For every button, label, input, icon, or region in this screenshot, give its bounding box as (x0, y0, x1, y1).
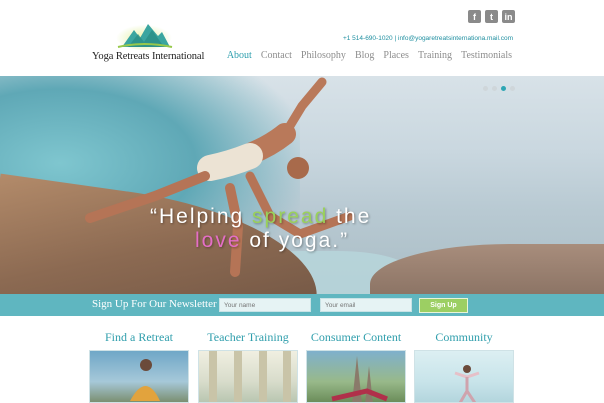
phone-number: +1 514-690-1020 (342, 35, 393, 42)
social-links: f t in (468, 10, 515, 23)
nav-item-blog[interactable]: Blog (355, 50, 374, 61)
facebook-icon[interactable]: f (468, 10, 481, 23)
quote-part-2: the (328, 205, 372, 228)
card-title[interactable]: Find a Retreat (89, 330, 189, 345)
slider-dot-3[interactable] (501, 86, 506, 91)
quote-word-spread: spread (252, 205, 329, 228)
columns-icon (209, 351, 291, 402)
card-title[interactable]: Community (414, 330, 514, 345)
mountain-logo-icon (116, 22, 173, 50)
yoga-pose-outdoors-image[interactable] (414, 350, 514, 403)
newsletter-name-input[interactable] (219, 298, 311, 312)
slider-dot-4[interactable] (510, 86, 515, 91)
nav-item-about[interactable]: About (227, 50, 252, 61)
site-header: Yoga Retreats International f t in +1 51… (0, 0, 604, 76)
cathedral-icon (331, 356, 388, 402)
main-nav: About Contact Philosophy Blog Places Tra… (227, 50, 512, 61)
linkedin-icon[interactable]: in (502, 10, 515, 23)
card-teacher-training[interactable]: Teacher Training (198, 330, 298, 403)
card-community[interactable]: Community (414, 330, 514, 403)
yoga-figure-illustration (85, 77, 355, 277)
card-title[interactable]: Consumer Content (306, 330, 406, 345)
quote-part-3: of yoga.” (241, 229, 350, 253)
brand-name: Yoga Retreats International (92, 51, 205, 62)
newsletter-signup-button[interactable]: Sign Up (419, 298, 468, 313)
quote-part-1: “Helping (150, 205, 253, 228)
slider-dots (483, 86, 515, 91)
contact-email[interactable]: info@yogaretreatsinternationa.mail.com (398, 35, 513, 42)
yoga-pose-icon (454, 365, 480, 402)
meditation-figure-icon (130, 359, 160, 401)
nav-item-places[interactable]: Places (383, 50, 409, 61)
contact-separator: | (394, 35, 397, 42)
nav-item-training[interactable]: Training (418, 50, 452, 61)
card-find-a-retreat[interactable]: Find a Retreat (89, 330, 189, 403)
hero-quote: “Helping spread the love of yoga.” (150, 205, 410, 253)
contact-info: +1 514-690-1020 | info@yogaretreatsinter… (343, 35, 513, 42)
logo[interactable]: Yoga Retreats International (92, 18, 212, 66)
slider-dot-2[interactable] (492, 86, 497, 91)
feature-cards: Find a Retreat Teacher Training Consumer… (0, 330, 604, 403)
woman-meditating-image[interactable] (89, 350, 189, 403)
nav-item-contact[interactable]: Contact (261, 50, 292, 61)
newsletter-bar: Sign Up For Our Newsletter Sign Up (0, 294, 604, 316)
nav-item-philosophy[interactable]: Philosophy (301, 50, 346, 61)
card-consumer-content[interactable]: Consumer Content (306, 330, 406, 403)
twitter-icon[interactable]: t (485, 10, 498, 23)
card-title[interactable]: Teacher Training (198, 330, 298, 345)
quote-word-love: love (195, 229, 242, 253)
newsletter-email-input[interactable] (320, 298, 412, 312)
newsletter-label: Sign Up For Our Newsletter (92, 298, 217, 310)
temple-columns-image[interactable] (198, 350, 298, 403)
nav-item-testimonials[interactable]: Testimonials (461, 50, 512, 61)
slider-dot-1[interactable] (483, 86, 488, 91)
hero-slider: “Helping spread the love of yoga.” (0, 76, 604, 294)
yoga-by-cathedral-image[interactable] (306, 350, 406, 403)
